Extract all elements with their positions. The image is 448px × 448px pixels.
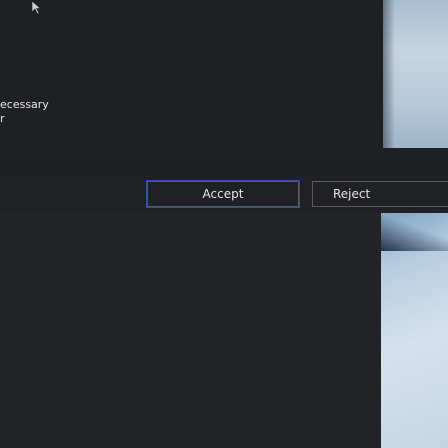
accept-button[interactable]: Accept bbox=[146, 180, 300, 208]
preview-image-top-shadow bbox=[383, 0, 395, 148]
page-background bbox=[0, 0, 448, 160]
cookie-category-label-secondary: r bbox=[0, 112, 5, 125]
preview-image-bottom-shadow bbox=[381, 213, 448, 251]
cursor-icon bbox=[30, 0, 50, 16]
reject-button[interactable]: Reject bbox=[312, 181, 448, 207]
cookie-category-label: ecessary bbox=[0, 98, 49, 111]
